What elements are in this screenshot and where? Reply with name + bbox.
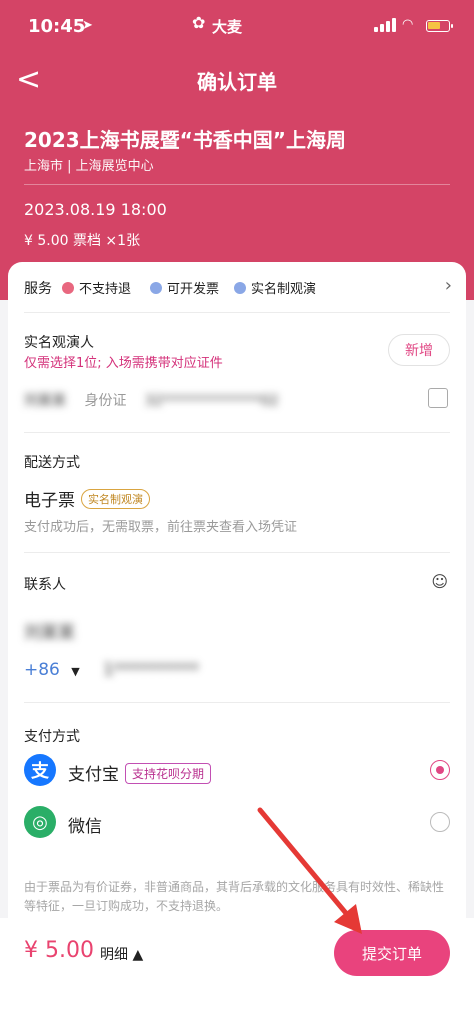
attendee-checkbox[interactable] — [428, 388, 448, 408]
payment-option-alipay[interactable]: 支 支付宝 支持花呗分期 — [8, 754, 466, 798]
battery-icon — [426, 20, 453, 32]
header-divider — [24, 184, 450, 185]
attendee-id-number: 32**************02 — [144, 393, 279, 409]
nav-bar: < 确认订单 — [0, 56, 474, 104]
order-header: 10:45 ➤ ✿ 大麦 ◠ < 确认订单 2023上海书展暨“书香中国”上海周… — [0, 0, 474, 300]
check-icon — [150, 282, 162, 294]
attendee-row[interactable]: 刘某某 身份证 32**************02 — [24, 390, 279, 410]
purchase-notice: 由于票品为有价证券，非普通商品，其背后承载的文化服务具有时效性、稀缺性等特征，一… — [24, 880, 445, 913]
service-label: 服务 — [24, 281, 52, 297]
payment-option-wechat[interactable]: ◎ 微信 — [8, 806, 466, 850]
event-title: 2023上海书展暨“书香中国”上海周 — [24, 128, 346, 152]
total-price: ¥ 5.00 — [24, 938, 94, 963]
delivery-label: 配送方式 — [24, 455, 80, 471]
divider — [24, 432, 450, 433]
contact-label: 联系人 — [24, 577, 66, 593]
cross-icon — [62, 282, 74, 294]
order-card: 服务 不支持退 可开发票 实名制观演 › 实名观演人 仅需选择1位; 入场需携带… — [8, 262, 466, 932]
signal-icon — [374, 18, 396, 32]
carrier-text: 大麦 — [212, 18, 243, 36]
contact-phone-row[interactable]: +86 ▼ 1********** — [24, 660, 199, 680]
service-real-name: 实名制观演 — [234, 278, 316, 297]
check-icon — [234, 282, 246, 294]
status-time: 10:45 — [28, 16, 86, 37]
delivery-desc: 支付成功后，无需取票，前往票夹查看入场凭证 — [24, 520, 298, 535]
wechat-radio[interactable] — [430, 812, 450, 832]
alipay-icon: 支 — [24, 754, 56, 786]
attendee-id-type: 身份证 — [84, 393, 127, 409]
alipay-name: 支付宝 — [68, 765, 119, 785]
divider — [24, 552, 450, 553]
service-invoice: 可开发票 — [150, 278, 219, 297]
page-title: 确认订单 — [197, 70, 277, 94]
bottom-bar: ¥ 5.00 明细 ▲ 提交订单 — [0, 918, 474, 1025]
huabei-tag: 支持花呗分期 — [125, 763, 212, 784]
caret-down-icon[interactable]: ▼ — [71, 665, 79, 678]
divider — [24, 702, 450, 703]
red-arrow-annotation — [257, 807, 362, 934]
attendee-hint: 仅需选择1位; 入场需携带对应证件 — [24, 356, 223, 371]
contact-phone[interactable]: 1********** — [103, 660, 199, 680]
contact-book-icon[interactable]: ☺ — [431, 572, 448, 591]
event-venue: 上海市 | 上海展览中心 — [24, 159, 154, 174]
event-datetime: 2023.08.19 18:00 — [24, 200, 167, 219]
alipay-label: 支付宝 支持花呗分期 — [68, 760, 212, 785]
chevron-right-icon[interactable]: › — [445, 275, 452, 296]
payment-label: 支付方式 — [24, 729, 80, 745]
delivery-method: 电子票 实名制观演 — [24, 486, 150, 511]
wechat-label: 微信 — [68, 817, 102, 837]
divider — [24, 312, 450, 313]
wechat-icon: ◎ — [24, 806, 56, 838]
contact-name[interactable]: 刘某某 — [24, 618, 75, 643]
country-code[interactable]: +86 — [24, 660, 60, 680]
attendee-name: 刘某某 — [24, 393, 66, 409]
carrier-label: ✿ 大麦 — [192, 13, 243, 37]
price-detail-toggle[interactable]: 明细 ▲ — [100, 944, 143, 964]
status-bar: 10:45 ➤ ✿ 大麦 ◠ — [0, 0, 474, 54]
service-row[interactable]: 服务 不支持退 可开发票 实名制观演 › — [8, 262, 466, 312]
wifi-icon: ◠ — [402, 17, 414, 32]
ticket-summary: ¥ 5.00 票档 ×1张 — [24, 233, 141, 249]
alipay-radio[interactable] — [430, 760, 450, 780]
location-arrow-icon: ➤ — [82, 18, 93, 33]
real-name-tag: 实名制观演 — [81, 489, 150, 509]
add-attendee-button[interactable]: 新增 — [388, 334, 450, 366]
attendee-label: 实名观演人 — [24, 335, 94, 351]
service-no-refund: 不支持退 — [62, 278, 131, 297]
damai-logo-icon: ✿ — [192, 13, 206, 32]
delivery-method-text: 电子票 — [24, 491, 75, 511]
